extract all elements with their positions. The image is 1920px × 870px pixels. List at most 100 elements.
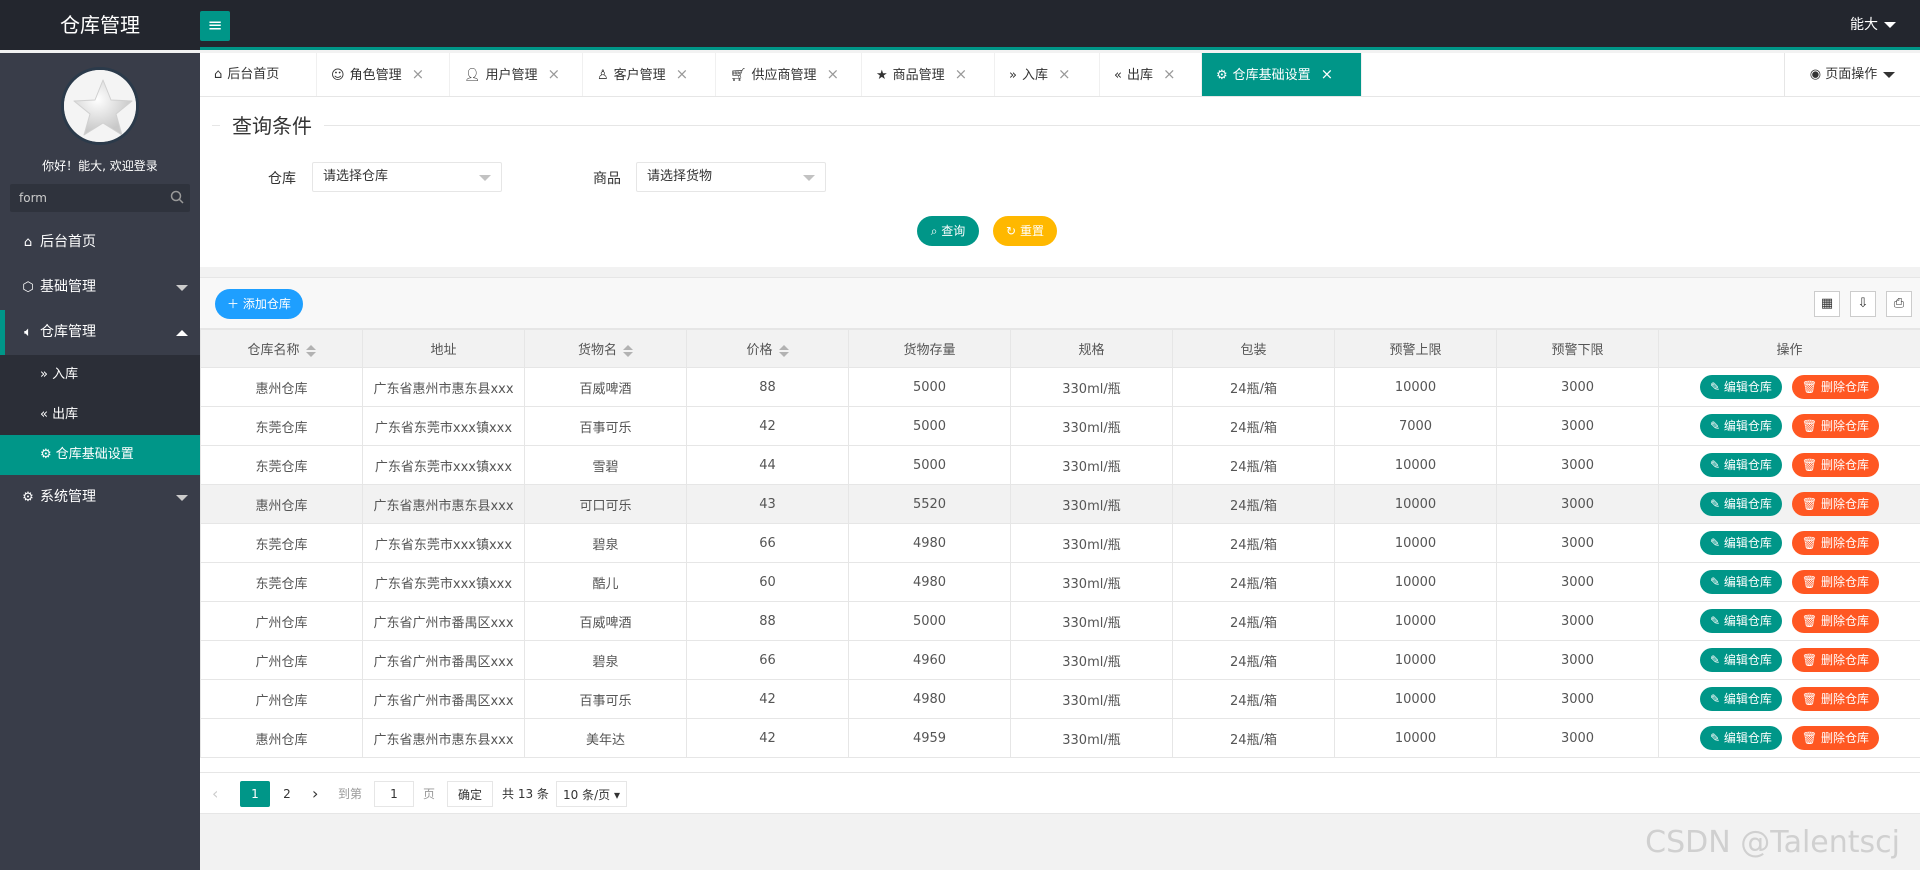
sidebar-item-home[interactable]: ⌂ 后台首页	[0, 220, 200, 265]
edit-warehouse-button[interactable]: ✎ 编辑仓库	[1700, 531, 1782, 555]
table-row[interactable]: 东莞仓库 广东省东莞市xxx镇xxx 酷儿 60 4980 330ml/瓶 24瓶/箱 100…	[200, 562, 1920, 602]
page-size-select[interactable]: 10 条/页 ▾	[556, 781, 627, 807]
add-warehouse-button[interactable]: ＋ 添加仓库	[215, 289, 303, 319]
table-cell: 3000	[1496, 523, 1659, 563]
columns-filter-icon[interactable]: ▦	[1814, 291, 1840, 317]
print-icon[interactable]: ⎙	[1886, 291, 1912, 317]
user-menu[interactable]: 能大	[1850, 0, 1896, 50]
page-number-input[interactable]	[374, 781, 414, 807]
page-operations-menu[interactable]: ◉ 页面操作	[1784, 53, 1920, 96]
export-icon[interactable]: ⇩	[1850, 291, 1876, 317]
table-row[interactable]: 东莞仓库 广东省东莞市xxx镇xxx 碧泉 66 4980 330ml/瓶 24瓶/箱 100…	[200, 523, 1920, 563]
sidebar-item-outbound[interactable]: « 出库	[0, 395, 200, 435]
close-icon[interactable]: ×	[1321, 65, 1334, 83]
close-icon[interactable]: ×	[676, 65, 689, 83]
goods-select[interactable]: 请选择货物	[636, 162, 826, 192]
close-icon[interactable]: ×	[1058, 65, 1071, 83]
tab-warehouse-settings[interactable]: ⚙ 仓库基础设置 ×	[1202, 53, 1362, 96]
tab-customer[interactable]: ♙ 客户管理 ×	[583, 53, 716, 96]
table-row[interactable]: 惠州仓库 广东省惠州市惠东县xxx 可口可乐 43 5520 330ml/瓶 24瓶/箱 10…	[200, 484, 1920, 524]
edit-warehouse-button[interactable]: ✎ 编辑仓库	[1700, 609, 1782, 633]
tab-outbound[interactable]: «出库 ×	[1100, 53, 1202, 96]
warehouse-label: 仓库	[268, 171, 296, 187]
cube-icon: ⬡	[22, 280, 34, 295]
page-1-button[interactable]: 1	[240, 781, 270, 807]
page-2-button[interactable]: 2	[272, 781, 302, 807]
sort-icon[interactable]	[778, 344, 789, 357]
col-price[interactable]: 价格	[686, 329, 849, 368]
warehouse-select[interactable]: 请选择仓库	[312, 162, 502, 192]
sidebar-search-input[interactable]	[10, 184, 190, 212]
edit-warehouse-button[interactable]: ✎ 编辑仓库	[1700, 570, 1782, 594]
edit-warehouse-button[interactable]: ✎ 编辑仓库	[1700, 375, 1782, 399]
table-row[interactable]: 惠州仓库 广东省惠州市惠东县xxx 美年达 42 4959 330ml/瓶 24瓶/箱 100…	[200, 718, 1920, 758]
edit-warehouse-button[interactable]: ✎ 编辑仓库	[1700, 414, 1782, 438]
table-cell: 24瓶/箱	[1172, 679, 1335, 719]
delete-warehouse-button[interactable]: 🗑︎ 删除仓库	[1791, 375, 1879, 399]
delete-warehouse-button[interactable]: 🗑︎ 删除仓库	[1791, 726, 1879, 750]
avatar[interactable]	[61, 67, 139, 145]
sort-icon[interactable]	[623, 344, 633, 357]
table-cell: 3000	[1496, 601, 1659, 641]
tab-goods[interactable]: ★ 商品管理 ×	[862, 53, 995, 96]
table-cell: 10000	[1334, 445, 1497, 485]
search-icon: ⌕	[930, 224, 938, 238]
table-row[interactable]: 广州仓库 广东省广州市番禺区xxx 百威啤酒 88 5000 330ml/瓶 24瓶/箱 10…	[200, 601, 1920, 641]
search-icon[interactable]	[170, 190, 184, 204]
edit-warehouse-button[interactable]: ✎ 编辑仓库	[1700, 492, 1782, 516]
col-goods-name[interactable]: 货物名	[524, 329, 687, 368]
table-row[interactable]: 惠州仓库 广东省惠州市惠东县xxx 百威啤酒 88 5000 330ml/瓶 24瓶/箱 10…	[200, 367, 1920, 407]
close-icon[interactable]: ×	[1163, 65, 1176, 83]
menu-toggle-button[interactable]: ≡	[200, 11, 230, 41]
sidebar-item-inbound[interactable]: » 入库	[0, 355, 200, 395]
sidebar-item-system[interactable]: ⚙ 系统管理	[0, 475, 200, 520]
col-warehouse-name[interactable]: 仓库名称	[200, 329, 363, 368]
table-cell: 330ml/瓶	[1010, 601, 1173, 641]
delete-warehouse-button[interactable]: 🗑︎ 删除仓库	[1791, 414, 1879, 438]
table-row[interactable]: 东莞仓库 广东省东莞市xxx镇xxx 百事可乐 42 5000 330ml/瓶 24瓶/箱 7…	[200, 406, 1920, 446]
sidebar-item-basic[interactable]: ⬡ 基础管理	[0, 265, 200, 310]
delete-warehouse-button[interactable]: 🗑︎ 删除仓库	[1791, 609, 1879, 633]
table-cell: 东莞仓库	[200, 523, 363, 563]
table-cell: 5000	[848, 601, 1011, 641]
delete-warehouse-button[interactable]: 🗑︎ 删除仓库	[1791, 453, 1879, 477]
table-row[interactable]: 东莞仓库 广东省东莞市xxx镇xxx 雪碧 44 5000 330ml/瓶 24瓶/箱 100…	[200, 445, 1920, 485]
close-icon[interactable]: ×	[548, 65, 561, 83]
table-row[interactable]: 广州仓库 广东省广州市番禺区xxx 百事可乐 42 4980 330ml/瓶 24瓶/箱 10…	[200, 679, 1920, 719]
edit-warehouse-button[interactable]: ✎ 编辑仓库	[1700, 648, 1782, 672]
delete-warehouse-button[interactable]: 🗑︎ 删除仓库	[1791, 687, 1879, 711]
confirm-page-button[interactable]: 确定	[447, 781, 494, 807]
table-cell: 广东省广州市番禺区xxx	[362, 601, 525, 641]
table-cell: 330ml/瓶	[1010, 367, 1173, 407]
delete-warehouse-button[interactable]: 🗑︎ 删除仓库	[1791, 531, 1879, 555]
edit-warehouse-button[interactable]: ✎ 编辑仓库	[1700, 726, 1782, 750]
sidebar-item-warehouse[interactable]: 🔈︎ 仓库管理	[0, 310, 200, 355]
close-icon[interactable]: ×	[955, 65, 968, 83]
delete-warehouse-button[interactable]: 🗑︎ 删除仓库	[1791, 570, 1879, 594]
tab-inbound[interactable]: » 入库 ×	[995, 53, 1100, 96]
query-button[interactable]: ⌕ 查询	[917, 216, 979, 246]
close-icon[interactable]: ×	[827, 65, 840, 83]
close-icon[interactable]: ×	[412, 65, 425, 83]
delete-warehouse-button[interactable]: 🗑︎ 删除仓库	[1791, 648, 1879, 672]
table-actions-cell: ✎ 编辑仓库 🗑︎ 删除仓库	[1658, 406, 1920, 446]
tab-role[interactable]: ☺ 角色管理 ×	[317, 53, 450, 96]
table-cell: 碧泉	[524, 523, 687, 563]
delete-warehouse-button[interactable]: 🗑︎ 删除仓库	[1791, 492, 1879, 516]
edit-warehouse-button[interactable]: ✎ 编辑仓库	[1700, 453, 1782, 477]
tab-home[interactable]: ⌂ 后台首页	[200, 53, 317, 96]
pencil-icon: ✎	[1710, 575, 1721, 589]
trash-icon: 🗑︎	[1801, 653, 1818, 667]
watermark: CSDN @Talentscj	[1645, 825, 1900, 860]
sort-icon[interactable]	[305, 344, 316, 357]
reset-button[interactable]: ↻ 重置	[993, 216, 1057, 246]
tab-supplier[interactable]: 🛒︎ 供应商管理 ×	[716, 53, 862, 96]
sidebar-item-warehouse-settings[interactable]: ⚙ 仓库基础设置	[0, 435, 200, 475]
prev-page-icon[interactable]: ‹	[212, 781, 218, 807]
next-page-icon[interactable]: ›	[312, 781, 318, 807]
tab-user[interactable]: 👤︎ 用户管理 ×	[450, 53, 583, 96]
sidebar-submenu: » 入库 « 出库 ⚙ 仓库基础设置	[0, 355, 200, 475]
edit-warehouse-button[interactable]: ✎ 编辑仓库	[1700, 687, 1782, 711]
table-row[interactable]: 广州仓库 广东省广州市番禺区xxx 碧泉 66 4960 330ml/瓶 24瓶/箱 1000…	[200, 640, 1920, 680]
table-cell: 88	[686, 601, 849, 641]
